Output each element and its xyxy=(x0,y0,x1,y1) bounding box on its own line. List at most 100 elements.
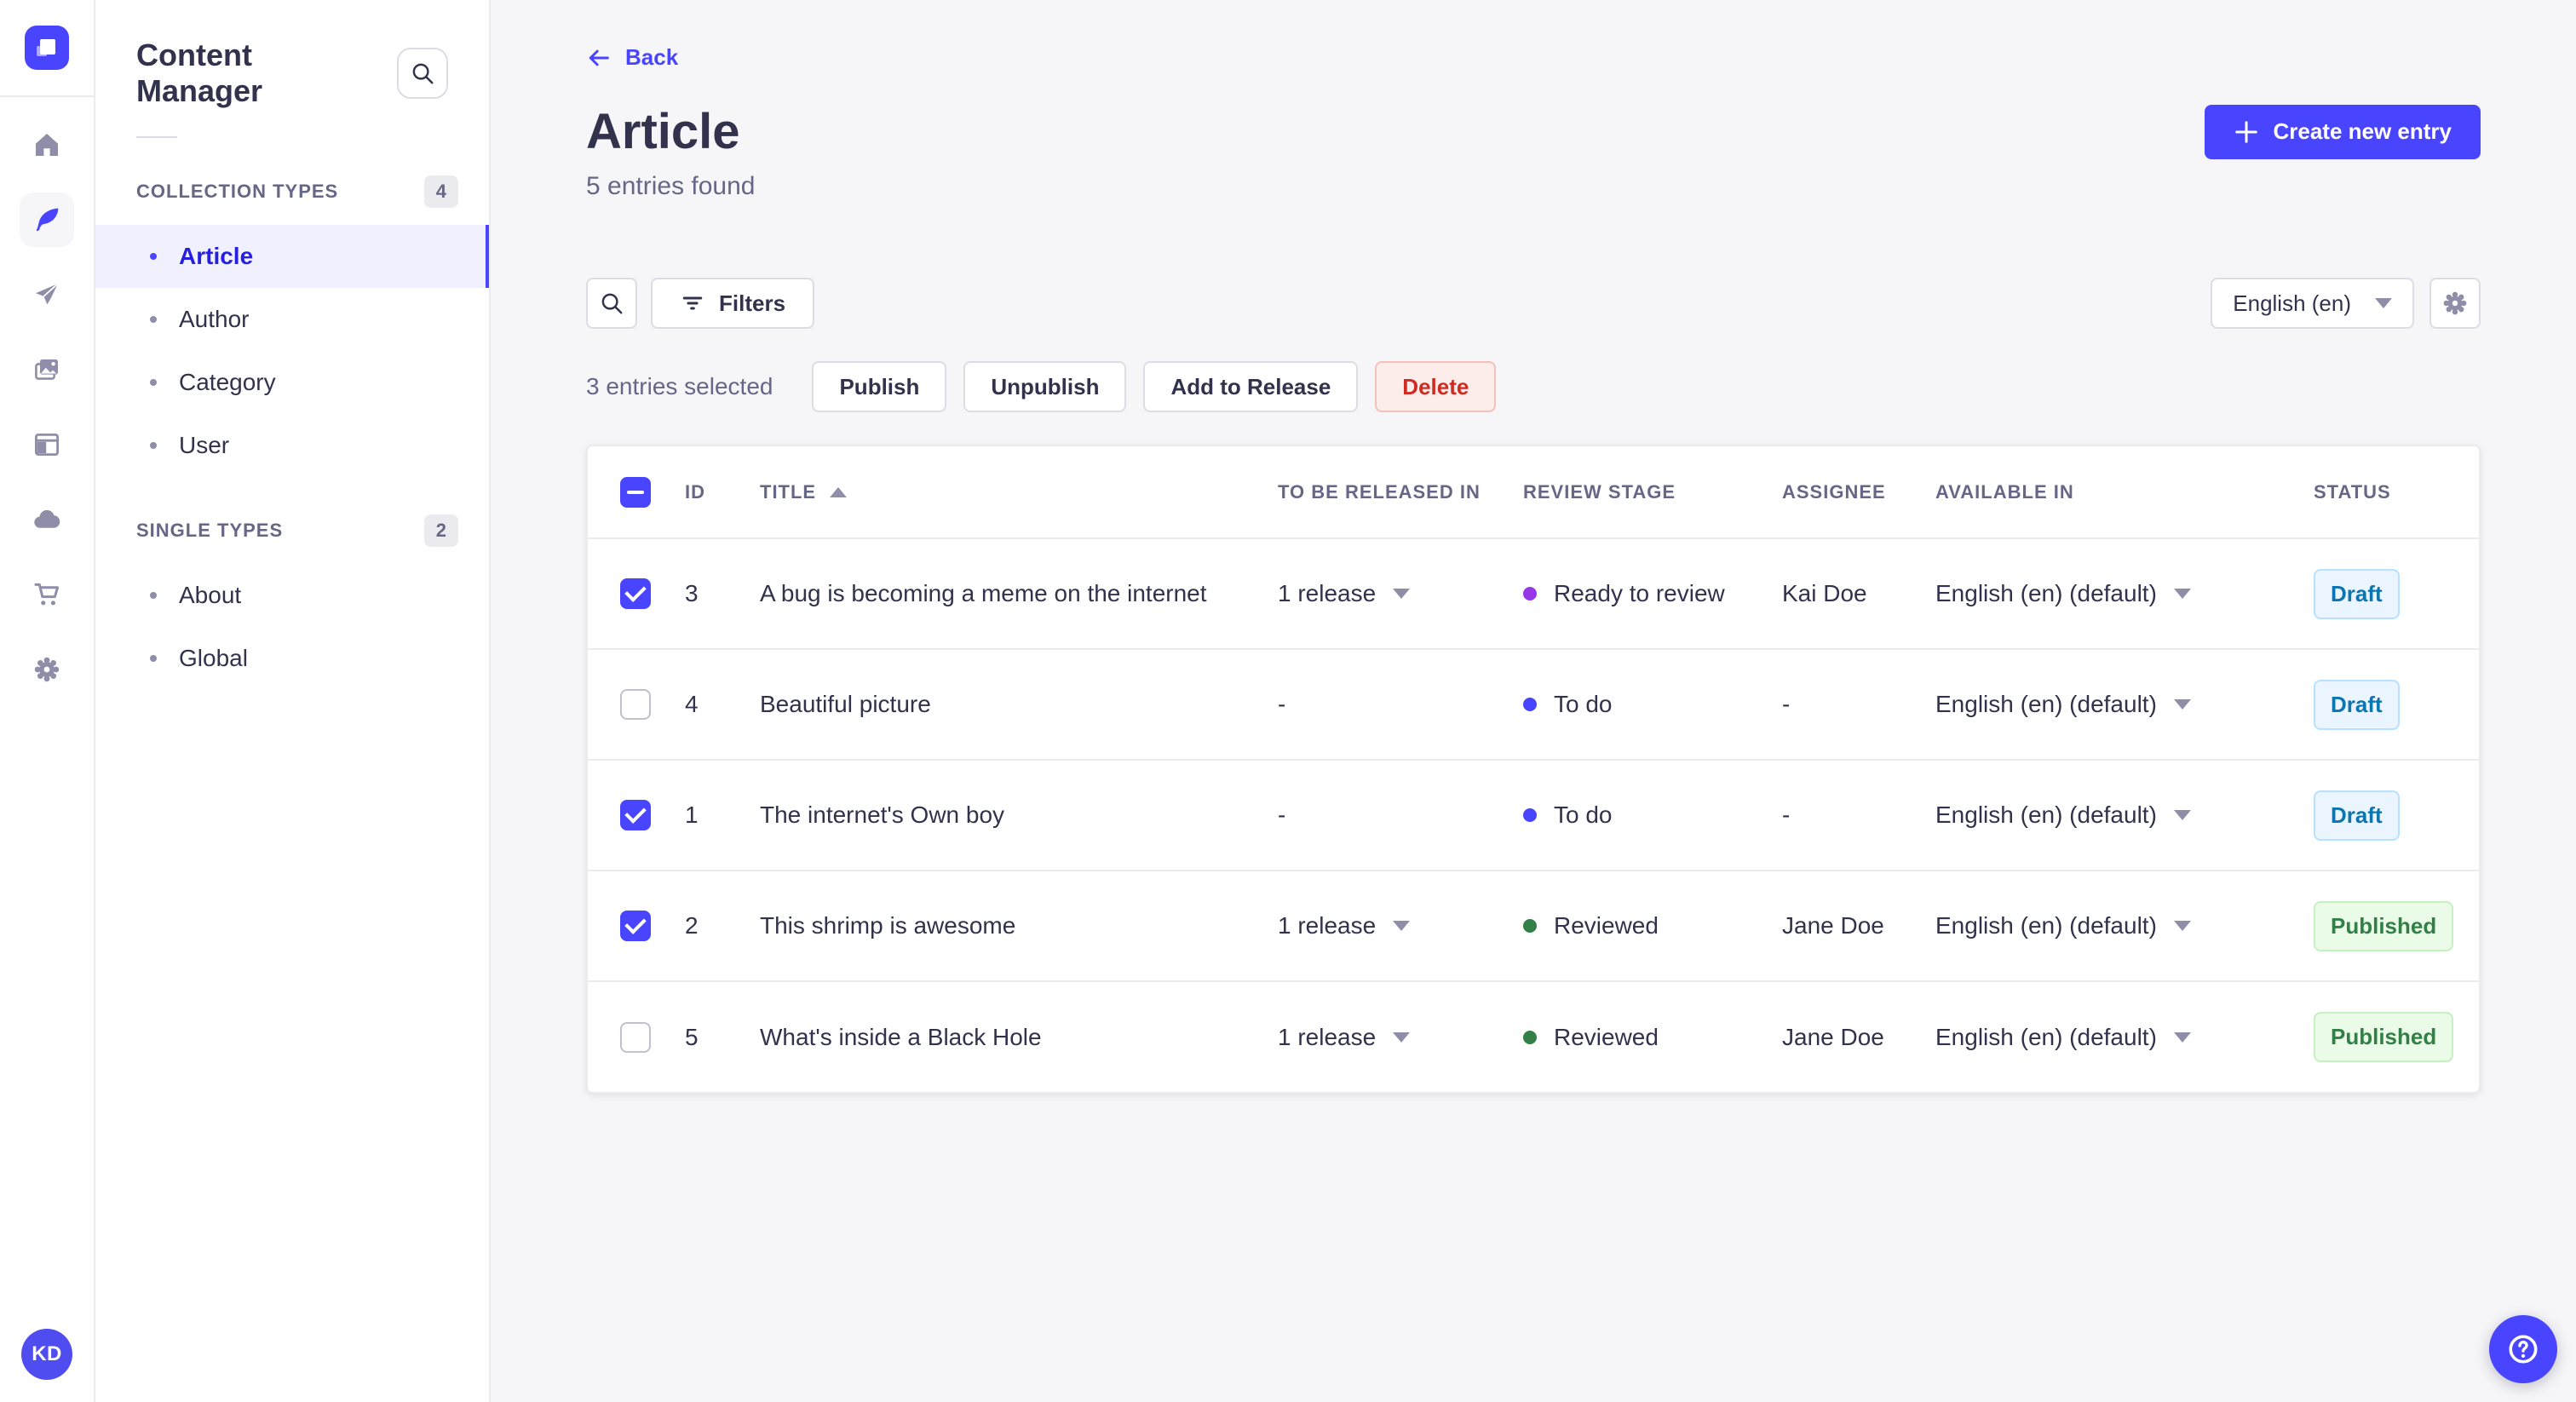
cell-stage: Reviewed xyxy=(1554,912,1659,939)
review-stage-cell: To do xyxy=(1523,802,1779,829)
release-dropdown[interactable]: 1 release xyxy=(1278,912,1520,939)
review-stage-cell: Ready to review xyxy=(1523,580,1779,607)
column-header-review-stage[interactable]: REVIEW STAGE xyxy=(1521,446,1780,538)
delete-button[interactable]: Delete xyxy=(1375,361,1497,413)
search-icon xyxy=(412,63,434,84)
cell-locale: English (en) (default) xyxy=(1935,912,2157,939)
cell-stage: Reviewed xyxy=(1554,1023,1659,1050)
entries-table: ID TITLE TO BE RELEASED IN REVIEW STAGE … xyxy=(588,446,2479,1093)
row-checkbox[interactable] xyxy=(620,1021,651,1053)
column-header-title[interactable]: TITLE xyxy=(758,446,1276,538)
sidebar-item-category[interactable]: Category xyxy=(95,351,489,414)
row-checkbox[interactable] xyxy=(620,689,651,721)
table-row: 4 Beautiful picture - To do - English (e… xyxy=(588,648,2479,761)
status-badge: Draft xyxy=(2314,568,2400,619)
table-body: 3 A bug is becoming a meme on the intern… xyxy=(588,537,2479,1093)
cell-locale: English (en) (default) xyxy=(1935,580,2157,607)
chevron-down-icon xyxy=(1393,589,1411,600)
home-icon[interactable] xyxy=(20,118,74,172)
strapi-logo[interactable] xyxy=(25,26,69,70)
section-count-badge: 4 xyxy=(423,175,458,208)
section-label: COLLECTION TYPES xyxy=(136,181,339,202)
sidebar-item-user[interactable]: User xyxy=(95,414,489,477)
layout-icon[interactable] xyxy=(20,417,74,472)
search-icon xyxy=(601,293,623,314)
gear-icon[interactable] xyxy=(20,642,74,697)
column-header-id[interactable]: ID xyxy=(683,446,758,538)
row-checkbox[interactable] xyxy=(620,578,651,610)
bullet-icon xyxy=(150,379,157,386)
cell-assignee: - xyxy=(1780,648,1934,761)
section-count-badge: 2 xyxy=(423,514,458,547)
selection-bar: 3 entries selected Publish Unpublish Add… xyxy=(586,361,2481,413)
sidebar-item-article[interactable]: Article xyxy=(95,225,489,288)
cell-title: A bug is becoming a meme on the internet xyxy=(758,537,1276,650)
table-row: 3 A bug is becoming a meme on the intern… xyxy=(588,537,2479,650)
create-new-entry-button[interactable]: Create new entry xyxy=(2205,104,2481,159)
locale-dropdown[interactable]: English (en) (default) xyxy=(1935,580,2310,607)
locale-dropdown[interactable]: English (en) (default) xyxy=(1935,912,2310,939)
search-button[interactable] xyxy=(397,48,448,99)
feather-icon[interactable] xyxy=(20,192,74,247)
stage-dot xyxy=(1523,587,1537,601)
row-checkbox[interactable] xyxy=(620,911,651,942)
add-to-release-button[interactable]: Add to Release xyxy=(1143,361,1359,413)
arrow-left-icon xyxy=(589,49,609,66)
list-settings-button[interactable] xyxy=(2429,278,2481,330)
cell-assignee: Jane Doe xyxy=(1780,980,1934,1093)
locale-dropdown[interactable]: English (en) (default) xyxy=(1935,802,2310,829)
sidebar-item-about[interactable]: About xyxy=(95,564,489,627)
cell-id: 2 xyxy=(683,870,758,982)
bullet-icon xyxy=(150,253,157,260)
select-all-checkbox[interactable] xyxy=(620,476,651,508)
paper-plane-icon[interactable] xyxy=(20,267,74,322)
stage-dot xyxy=(1523,919,1537,934)
table-row: 5 What's inside a Black Hole 1 release R… xyxy=(588,980,2479,1093)
chevron-down-icon xyxy=(1393,1031,1411,1043)
sidebar-item-label: Category xyxy=(179,369,276,395)
bullet-icon xyxy=(150,655,157,662)
review-stage-cell: Reviewed xyxy=(1523,1024,1779,1051)
column-header-assignee[interactable]: ASSIGNEE xyxy=(1780,446,1934,538)
locale-dropdown[interactable]: English (en) (default) xyxy=(1935,1024,2310,1051)
cloud-icon[interactable] xyxy=(20,492,74,547)
cell-title: Beautiful picture xyxy=(758,648,1276,761)
search-button[interactable] xyxy=(586,278,637,330)
help-button[interactable] xyxy=(2489,1315,2557,1383)
bullet-icon xyxy=(150,316,157,323)
release-dropdown[interactable]: 1 release xyxy=(1278,1024,1520,1051)
user-avatar[interactable]: KD xyxy=(21,1329,72,1380)
cell-release: 1 release xyxy=(1278,580,1377,607)
cell-title: What's inside a Black Hole xyxy=(758,980,1276,1093)
publish-button[interactable]: Publish xyxy=(812,361,947,413)
sidebar-item-author[interactable]: Author xyxy=(95,288,489,351)
column-header-release[interactable]: TO BE RELEASED IN xyxy=(1276,446,1521,538)
unpublish-button[interactable]: Unpublish xyxy=(963,361,1127,413)
status-badge: Published xyxy=(2314,1012,2454,1063)
locale-dropdown[interactable]: English (en) (default) xyxy=(1935,691,2310,718)
locale-select[interactable]: English (en) xyxy=(2211,278,2414,330)
stage-dot xyxy=(1523,698,1537,712)
back-link[interactable]: Back xyxy=(586,44,678,71)
rail-divider xyxy=(0,95,94,97)
bullet-icon xyxy=(150,442,157,449)
cell-stage: To do xyxy=(1554,802,1613,829)
content-manager-app: KD Content Manager COLLECTION TYPES 4 Ar… xyxy=(0,0,2576,1402)
sidebar-item-global[interactable]: Global xyxy=(95,627,489,690)
cell-locale: English (en) (default) xyxy=(1935,802,2157,829)
column-header-status[interactable]: STATUS xyxy=(2312,446,2479,538)
filters-button[interactable]: Filters xyxy=(651,278,815,330)
plus-icon xyxy=(2235,120,2258,143)
release-dropdown[interactable]: 1 release xyxy=(1278,580,1520,607)
cell-id: 4 xyxy=(683,648,758,761)
media-library-icon[interactable] xyxy=(20,342,74,397)
sidebar-item-label: Global xyxy=(179,645,248,671)
release-dropdown[interactable]: - xyxy=(1278,691,1520,718)
column-header-available-in[interactable]: AVAILABLE IN xyxy=(1934,446,2312,538)
cell-stage: Ready to review xyxy=(1554,580,1725,607)
sidebar-item-label: User xyxy=(179,432,230,458)
entries-count: 5 entries found xyxy=(586,172,756,201)
release-dropdown[interactable]: - xyxy=(1278,802,1520,829)
cart-icon[interactable] xyxy=(20,567,74,622)
row-checkbox[interactable] xyxy=(620,800,651,831)
